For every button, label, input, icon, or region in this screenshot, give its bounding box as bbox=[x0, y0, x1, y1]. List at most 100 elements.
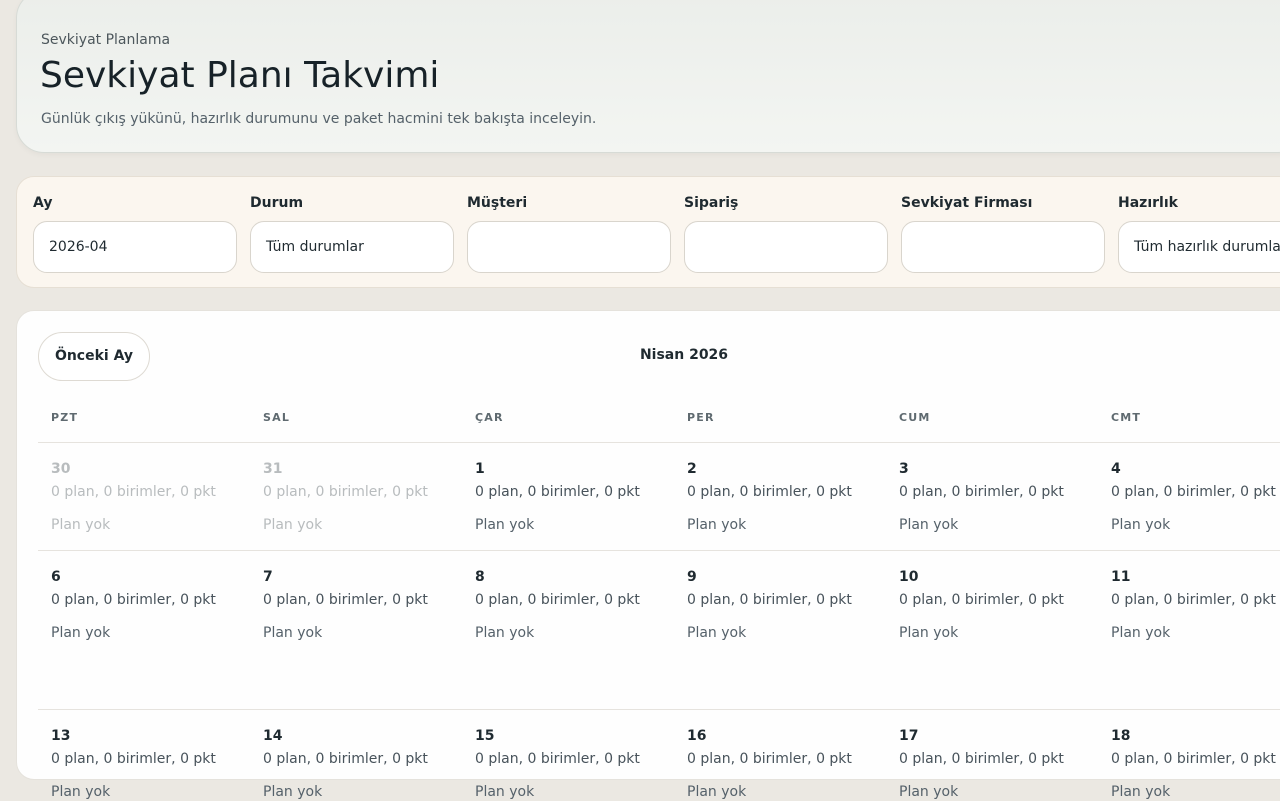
carrier-input[interactable] bbox=[901, 221, 1105, 273]
day-summary: 0 plan, 0 birimler, 0 pkt bbox=[687, 592, 852, 608]
day-plan-status: Plan yok bbox=[1111, 517, 1171, 533]
day-plan-status: Plan yok bbox=[51, 517, 111, 533]
day-plan-status: Plan yok bbox=[51, 784, 111, 800]
calendar-day-cell[interactable]: 3 0 plan, 0 birimler, 0 pkt Plan yok bbox=[899, 460, 1099, 534]
day-number: 17 bbox=[899, 728, 919, 744]
day-summary: 0 plan, 0 birimler, 0 pkt bbox=[687, 484, 852, 500]
customer-input[interactable] bbox=[467, 221, 671, 273]
week-divider bbox=[38, 442, 1280, 443]
day-plan-status: Plan yok bbox=[51, 625, 111, 641]
calendar-day-cell[interactable]: 7 0 plan, 0 birimler, 0 pkt Plan yok bbox=[263, 568, 463, 642]
filter-label-carrier: Sevkiyat Firması bbox=[901, 195, 1033, 211]
day-plan-status: Plan yok bbox=[1111, 625, 1171, 641]
day-plan-status: Plan yok bbox=[687, 784, 747, 800]
calendar-day-cell[interactable]: 14 0 plan, 0 birimler, 0 pkt Plan yok bbox=[263, 727, 463, 801]
filter-label-status: Durum bbox=[250, 195, 304, 211]
calendar-day-cell[interactable]: 31 0 plan, 0 birimler, 0 pkt Plan yok bbox=[263, 460, 463, 534]
calendar-day-cell[interactable]: 4 0 plan, 0 birimler, 0 pkt Plan yok bbox=[1111, 460, 1280, 534]
page-subtitle: Günlük çıkış yükünü, hazırlık durumunu v… bbox=[41, 111, 597, 127]
calendar-day-cell[interactable]: 11 0 plan, 0 birimler, 0 pkt Plan yok bbox=[1111, 568, 1280, 642]
day-summary: 0 plan, 0 birimler, 0 pkt bbox=[475, 484, 640, 500]
day-summary: 0 plan, 0 birimler, 0 pkt bbox=[1111, 592, 1276, 608]
day-summary: 0 plan, 0 birimler, 0 pkt bbox=[51, 751, 216, 767]
day-plan-status: Plan yok bbox=[475, 625, 535, 641]
filter-panel: Ay 2026-04 Durum Tüm durumlar Müşteri Si… bbox=[16, 176, 1280, 288]
day-number: 15 bbox=[475, 728, 495, 744]
page-title: Sevkiyat Planı Takvimi bbox=[40, 55, 440, 96]
day-summary: 0 plan, 0 birimler, 0 pkt bbox=[475, 751, 640, 767]
order-input[interactable] bbox=[684, 221, 888, 273]
day-summary: 0 plan, 0 birimler, 0 pkt bbox=[899, 484, 1064, 500]
weekday-wed: ÇAR bbox=[475, 411, 504, 424]
day-number: 7 bbox=[263, 569, 273, 585]
day-number: 1 bbox=[475, 461, 485, 477]
month-input[interactable]: 2026-04 bbox=[33, 221, 237, 273]
day-number: 6 bbox=[51, 569, 61, 585]
calendar-day-cell[interactable]: 16 0 plan, 0 birimler, 0 pkt Plan yok bbox=[687, 727, 887, 801]
day-number: 10 bbox=[899, 569, 919, 585]
weekday-mon: PZT bbox=[51, 411, 79, 424]
status-select[interactable]: Tüm durumlar bbox=[250, 221, 454, 273]
day-number: 4 bbox=[1111, 461, 1121, 477]
day-plan-status: Plan yok bbox=[263, 625, 323, 641]
day-number: 2 bbox=[687, 461, 697, 477]
day-plan-status: Plan yok bbox=[1111, 784, 1171, 800]
calendar-day-cell[interactable]: 15 0 plan, 0 birimler, 0 pkt Plan yok bbox=[475, 727, 675, 801]
weekday-thu: PER bbox=[687, 411, 715, 424]
day-number: 18 bbox=[1111, 728, 1131, 744]
day-number: 13 bbox=[51, 728, 71, 744]
day-summary: 0 plan, 0 birimler, 0 pkt bbox=[51, 592, 216, 608]
day-number: 16 bbox=[687, 728, 707, 744]
week-divider bbox=[38, 550, 1280, 551]
calendar-day-cell[interactable]: 6 0 plan, 0 birimler, 0 pkt Plan yok bbox=[51, 568, 251, 642]
day-plan-status: Plan yok bbox=[899, 625, 959, 641]
section-eyebrow: Sevkiyat Planlama bbox=[41, 32, 171, 48]
day-summary: 0 plan, 0 birimler, 0 pkt bbox=[263, 751, 428, 767]
filter-label-month: Ay bbox=[33, 195, 53, 211]
day-plan-status: Plan yok bbox=[475, 784, 535, 800]
calendar-day-cell[interactable]: 10 0 plan, 0 birimler, 0 pkt Plan yok bbox=[899, 568, 1099, 642]
calendar-day-cell[interactable]: 17 0 plan, 0 birimler, 0 pkt Plan yok bbox=[899, 727, 1099, 801]
weekday-tue: SAL bbox=[263, 411, 291, 424]
day-number: 31 bbox=[263, 461, 283, 477]
filter-label-customer: Müşteri bbox=[467, 195, 528, 211]
day-plan-status: Plan yok bbox=[475, 517, 535, 533]
day-number: 9 bbox=[687, 569, 697, 585]
day-summary: 0 plan, 0 birimler, 0 pkt bbox=[1111, 484, 1276, 500]
day-number: 8 bbox=[475, 569, 485, 585]
prev-month-button[interactable]: Önceki Ay bbox=[38, 332, 150, 381]
calendar-day-cell[interactable]: 2 0 plan, 0 birimler, 0 pkt Plan yok bbox=[687, 460, 887, 534]
calendar-panel: Önceki Ay Nisan 2026 PZT SAL ÇAR PER CUM… bbox=[16, 310, 1280, 800]
day-plan-status: Plan yok bbox=[687, 625, 747, 641]
day-plan-status: Plan yok bbox=[687, 517, 747, 533]
day-summary: 0 plan, 0 birimler, 0 pkt bbox=[899, 751, 1064, 767]
day-number: 3 bbox=[899, 461, 909, 477]
page-header: Sevkiyat Planlama Sevkiyat Planı Takvimi… bbox=[16, 0, 1280, 153]
day-summary: 0 plan, 0 birimler, 0 pkt bbox=[1111, 751, 1276, 767]
day-summary: 0 plan, 0 birimler, 0 pkt bbox=[51, 484, 216, 500]
day-summary: 0 plan, 0 birimler, 0 pkt bbox=[263, 592, 428, 608]
readiness-select[interactable]: Tüm hazırlık durumları bbox=[1118, 221, 1280, 273]
calendar-day-cell[interactable]: 13 0 plan, 0 birimler, 0 pkt Plan yok bbox=[51, 727, 251, 801]
week-divider bbox=[38, 709, 1280, 710]
filter-label-readiness: Hazırlık bbox=[1118, 195, 1178, 211]
weekday-sat: CMT bbox=[1111, 411, 1142, 424]
day-plan-status: Plan yok bbox=[263, 517, 323, 533]
month-title: Nisan 2026 bbox=[639, 347, 729, 363]
day-plan-status: Plan yok bbox=[899, 784, 959, 800]
calendar-day-cell[interactable]: 9 0 plan, 0 birimler, 0 pkt Plan yok bbox=[687, 568, 887, 642]
day-number: 14 bbox=[263, 728, 283, 744]
day-summary: 0 plan, 0 birimler, 0 pkt bbox=[687, 751, 852, 767]
day-summary: 0 plan, 0 birimler, 0 pkt bbox=[475, 592, 640, 608]
day-summary: 0 plan, 0 birimler, 0 pkt bbox=[899, 592, 1064, 608]
calendar-day-cell[interactable]: 18 0 plan, 0 birimler, 0 pkt Plan yok bbox=[1111, 727, 1280, 801]
day-number: 11 bbox=[1111, 569, 1131, 585]
calendar-day-cell[interactable]: 8 0 plan, 0 birimler, 0 pkt Plan yok bbox=[475, 568, 675, 642]
weekday-fri: CUM bbox=[899, 411, 931, 424]
day-summary: 0 plan, 0 birimler, 0 pkt bbox=[263, 484, 428, 500]
day-plan-status: Plan yok bbox=[899, 517, 959, 533]
day-number: 30 bbox=[51, 461, 71, 477]
calendar-day-cell[interactable]: 1 0 plan, 0 birimler, 0 pkt Plan yok bbox=[475, 460, 675, 534]
calendar-day-cell[interactable]: 30 0 plan, 0 birimler, 0 pkt Plan yok bbox=[51, 460, 251, 534]
day-plan-status: Plan yok bbox=[263, 784, 323, 800]
